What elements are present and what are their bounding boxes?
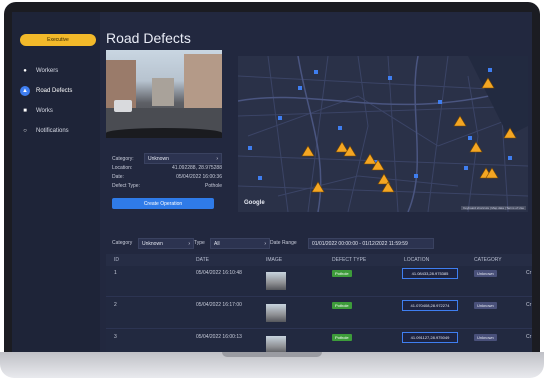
chevron-down-icon: › (188, 240, 190, 247)
bell-icon: ○ (23, 128, 27, 134)
column-header[interactable]: ID (114, 257, 119, 263)
column-header[interactable]: DATE (196, 257, 209, 263)
laptop-notch (222, 352, 322, 357)
photo-dashboard (106, 128, 222, 138)
row-date: 05/04/2022 16:17:00 (196, 302, 242, 308)
row-id: 3 (114, 334, 117, 340)
defect-type-value: Pothole (205, 182, 222, 189)
category-label: Category: (112, 155, 134, 162)
defect-type-tag: Pothole (332, 302, 352, 309)
table-row[interactable]: 3 05/04/2022 16:00:13 Pothole 41.091127,… (106, 330, 532, 352)
map-canvas (238, 56, 528, 212)
location-link[interactable]: 41.070408,28.972274 (402, 300, 458, 311)
column-header[interactable]: DEFECT TYPE (332, 257, 366, 263)
table-row[interactable]: 2 05/04/2022 16:17:00 Pothole 41.070408,… (106, 298, 532, 329)
sidebar-item-label: Notifications (36, 128, 69, 134)
filter-type-select[interactable]: All › (210, 238, 270, 249)
row-thumbnail[interactable] (266, 304, 286, 322)
column-header[interactable]: CATEGORY (474, 257, 502, 263)
map-attribution[interactable]: Keyboard shortcuts | Map data | Terms of… (461, 206, 526, 210)
row-thumbnail[interactable] (266, 336, 286, 352)
location-text: 41.08433,28.975385 (411, 271, 449, 276)
warning-icon: ▲ (20, 86, 30, 96)
location-text: 41.070408,28.972274 (410, 303, 450, 308)
row-id: 1 (114, 270, 117, 276)
user-icon: ● (23, 68, 27, 74)
defect-photo[interactable] (106, 50, 222, 138)
date-range-input[interactable]: 01/01/2022 00:00:00 - 01/12/2022 11:59:5… (308, 238, 434, 249)
defect-type-label: Defect Type: (112, 182, 140, 189)
column-header[interactable]: IMAGE (266, 257, 282, 263)
row-id: 2 (114, 302, 117, 308)
defect-type-tag: Pothole (332, 270, 352, 277)
create-operation-label: Create Operation (143, 200, 183, 207)
filter-type-value: All (214, 240, 220, 247)
app-screen: Executive ● Workers ▲ Road Defects ■ Wor… (12, 12, 532, 352)
sidebar-item-label: Road Defects (36, 88, 73, 94)
row-date: 05/04/2022 16:00:13 (196, 334, 242, 340)
date-label: Date: (112, 173, 124, 180)
category-tag: Unknown (474, 334, 497, 341)
google-logo: Google (244, 200, 265, 206)
photo-car (114, 100, 132, 112)
date-range-value: 01/01/2022 00:00:00 - 01/12/2022 11:59:5… (312, 240, 408, 247)
chevron-down-icon: › (264, 240, 266, 247)
sidebar-item-notifications[interactable]: ○ Notifications (20, 124, 98, 138)
date-value: 05/04/2022 16:00:36 (176, 173, 222, 180)
category-select-value: Unknown (148, 155, 169, 162)
sidebar-item-workers[interactable]: ● Workers (20, 64, 98, 78)
column-header[interactable]: LOCATION (404, 257, 429, 263)
sidebar-item-label: Works (36, 108, 53, 114)
photo-building (152, 78, 174, 106)
sidebar: Executive ● Workers ▲ Road Defects ■ Wor… (12, 12, 100, 352)
filter-category-select[interactable]: Unknown › (138, 238, 194, 249)
table-header: ID DATE IMAGE DEFECT TYPE LOCATION CATEG… (106, 254, 532, 266)
sidebar-item-works[interactable]: ■ Works (20, 104, 98, 118)
location-value: 41.092288, 28.975288 (171, 164, 222, 171)
filter-category-value: Unknown (142, 240, 163, 247)
location-link[interactable]: 41.08433,28.975385 (402, 268, 458, 279)
photo-building (184, 54, 222, 112)
row-extra: Cr (526, 270, 532, 276)
filter-date-range-label: Date Range (270, 240, 297, 246)
defect-map[interactable]: Google Keyboard shortcuts | Map data | T… (238, 56, 528, 212)
location-link[interactable]: 41.091127,28.975049 (402, 332, 458, 343)
defect-type-tag: Pothole (332, 334, 352, 341)
sidebar-item-label: Workers (36, 68, 59, 74)
filter-category-label: Category (112, 240, 133, 246)
row-thumbnail[interactable] (266, 272, 286, 290)
table-row[interactable]: 1 05/04/2022 16:10:48 Pothole 41.08433,2… (106, 266, 532, 297)
location-text: 41.091127,28.975049 (410, 335, 450, 340)
category-select[interactable]: Unknown › (144, 153, 222, 164)
location-label: Location: (112, 164, 133, 171)
row-extra: Cr (526, 302, 532, 308)
category-tag: Unknown (474, 302, 497, 309)
row-date: 05/04/2022 16:10:48 (196, 270, 242, 276)
sidebar-item-road-defects[interactable]: ▲ Road Defects (20, 84, 98, 98)
category-tag: Unknown (474, 270, 497, 277)
filter-type-label: Type (194, 240, 205, 246)
brand-badge[interactable]: Executive (20, 34, 96, 46)
chevron-down-icon: › (216, 155, 218, 162)
create-operation-button[interactable]: Create Operation (112, 198, 214, 209)
page-title: Road Defects (106, 30, 191, 46)
row-extra: Cr (526, 334, 532, 340)
truck-icon: ■ (23, 108, 27, 114)
